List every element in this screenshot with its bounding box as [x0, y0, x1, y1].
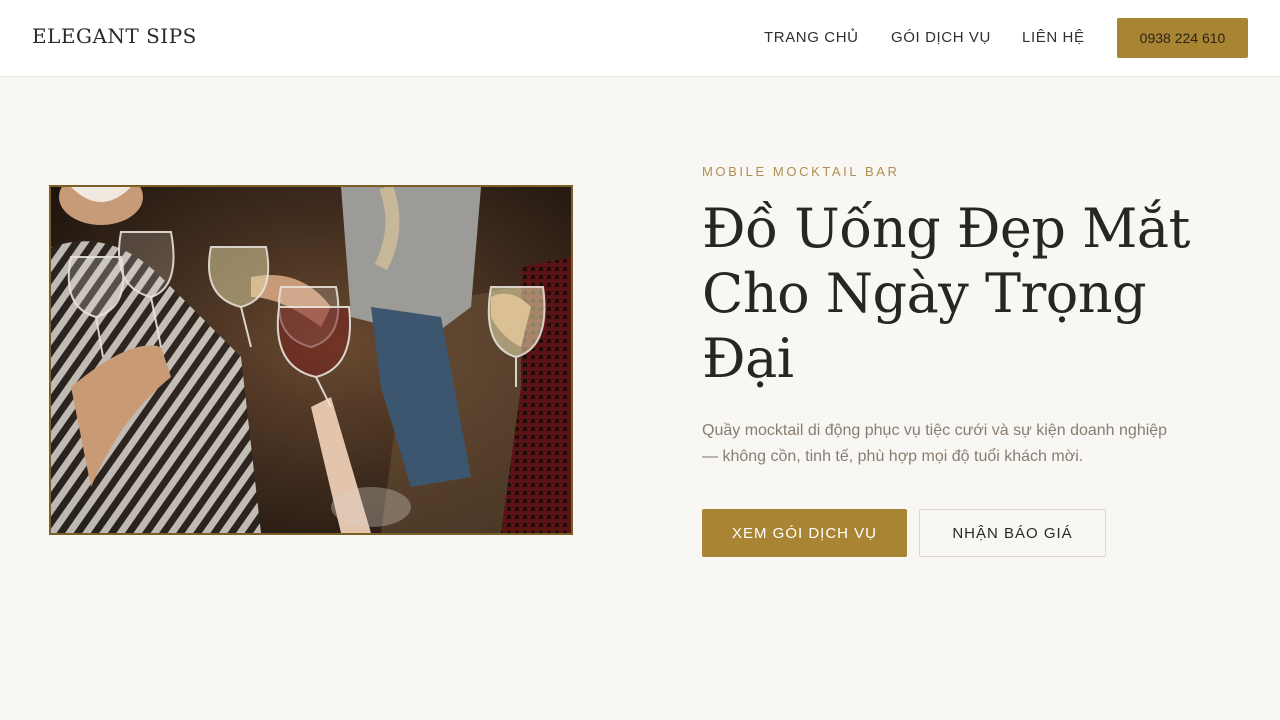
site-header: ELEGANT SIPS TRANG CHỦ GÓI DỊCH VỤ LIÊN …	[0, 0, 1280, 77]
phone-call-button[interactable]: 0938 224 610	[1117, 18, 1248, 58]
hero-eyebrow: MOBILE MOCKTAIL BAR	[702, 164, 900, 179]
get-quote-button[interactable]: NHẬN BÁO GIÁ	[919, 509, 1106, 557]
hero-headline: Đồ Uống Đẹp Mắt Cho Ngày Trọng Đại	[702, 197, 1190, 390]
brand-logo[interactable]: ELEGANT SIPS	[32, 24, 197, 48]
toasting-glasses-illustration	[51, 187, 571, 533]
view-packages-button[interactable]: XEM GÓI DỊCH VỤ	[702, 509, 907, 557]
nav-link-home[interactable]: TRANG CHỦ	[764, 29, 859, 46]
nav-link-contact[interactable]: LIÊN HỆ	[1022, 29, 1085, 46]
nav-link-packages[interactable]: GÓI DỊCH VỤ	[891, 29, 991, 46]
hero-photo-toasting-glasses	[49, 185, 573, 535]
hero-description: Quầy mocktail di động phục vụ tiệc cưới …	[702, 422, 1168, 465]
